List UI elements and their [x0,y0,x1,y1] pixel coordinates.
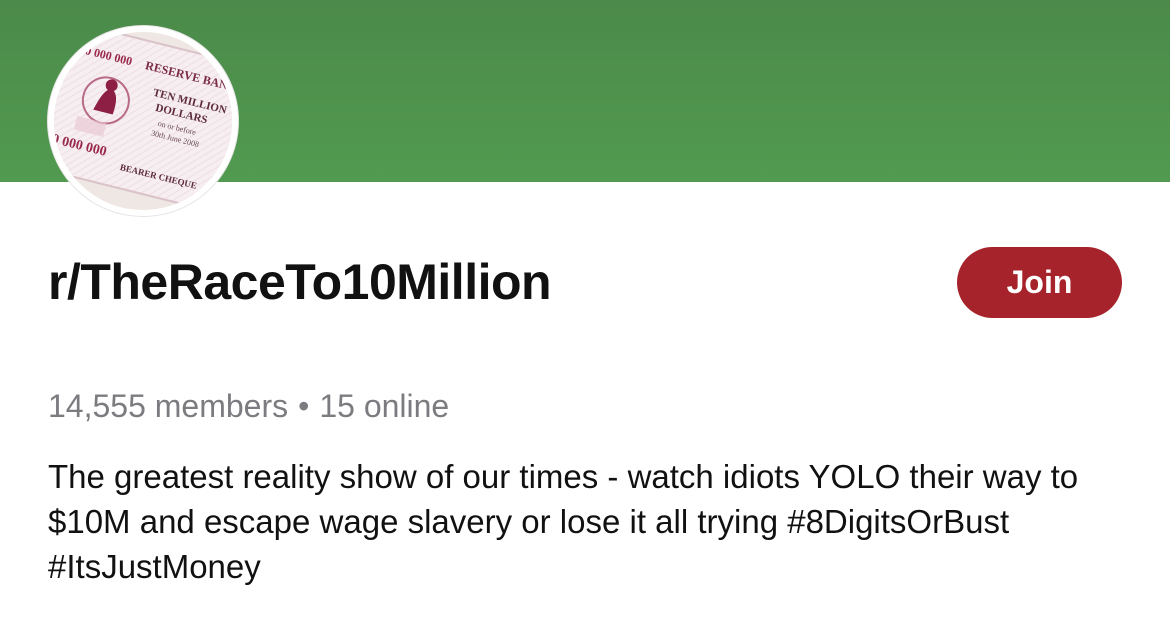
community-description: The greatest reality show of our times -… [48,458,1079,585]
member-count: 14,555 members [48,388,289,424]
bearer-cheque-image: 10 000 000 RESERVE BANK TEN MILLION DOLL… [54,32,232,210]
stats-separator: • [298,388,310,424]
community-stats: 14,555 members • 15 online [48,386,449,426]
community-header: 10 000 000 RESERVE BANK TEN MILLION DOLL… [0,0,1170,623]
online-count: 15 online [319,388,450,424]
community-avatar[interactable]: 10 000 000 RESERVE BANK TEN MILLION DOLL… [48,26,238,216]
join-button[interactable]: Join [957,247,1122,318]
community-name: r/TheRaceTo10Million [48,254,552,310]
